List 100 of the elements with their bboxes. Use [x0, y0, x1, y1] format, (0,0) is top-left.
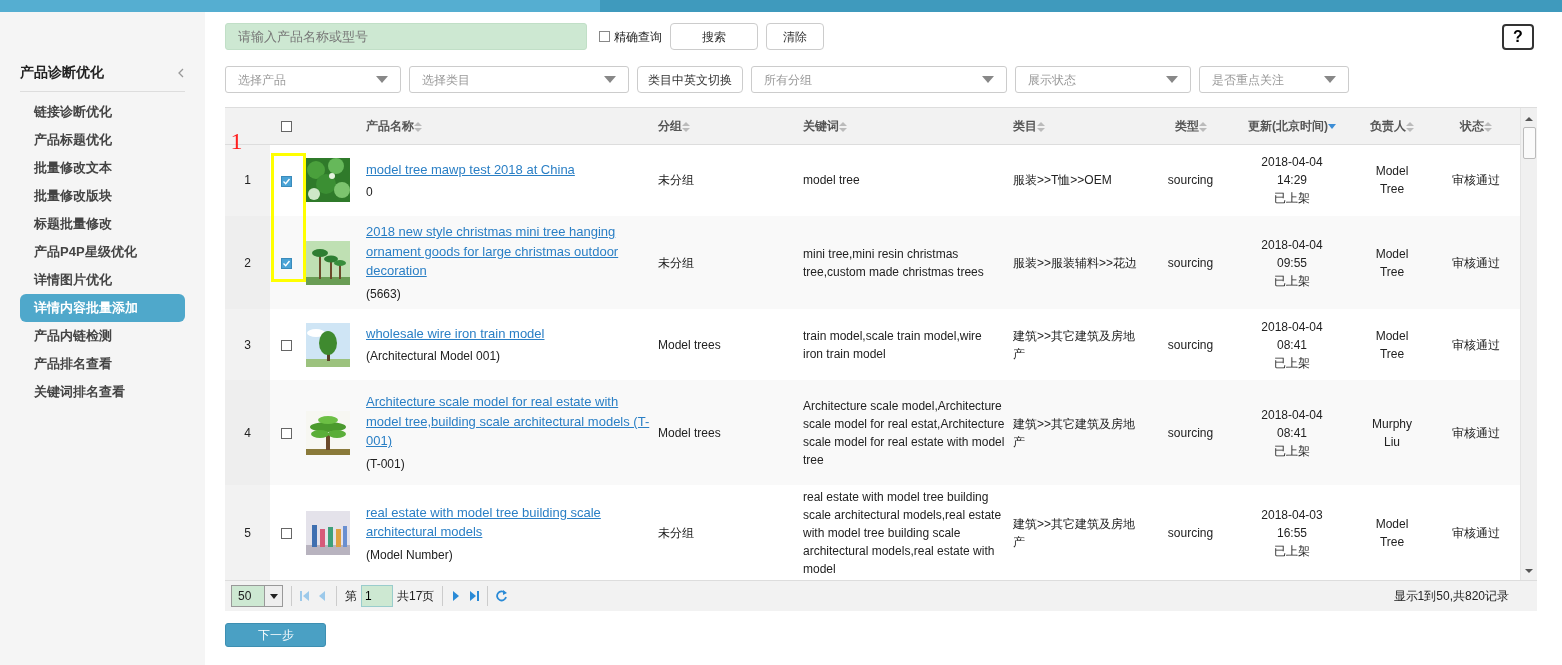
table-cell-text: 建筑>>其它建筑及房地产: [1013, 516, 1136, 551]
table-cell: sourcing: [1167, 255, 1214, 270]
sort-icon[interactable]: [1037, 121, 1045, 132]
table-cell-text: 建筑>>其它建筑及房地产: [1013, 415, 1136, 451]
sort-icon[interactable]: [839, 121, 847, 132]
sidebar-item[interactable]: 标题批量修改: [20, 210, 185, 238]
checkbox[interactable]: [280, 339, 292, 351]
sort-icon[interactable]: [1406, 121, 1414, 132]
sidebar-item[interactable]: 产品P4P星级优化: [20, 238, 185, 266]
checkbox[interactable]: [280, 427, 292, 439]
row-number: 3: [244, 337, 251, 352]
date-text: 2018-04-04: [1260, 406, 1324, 424]
clear-button[interactable]: 清除: [766, 23, 824, 50]
time-text: 16:55: [1276, 525, 1308, 542]
table-cell: sourcing: [1167, 526, 1214, 540]
column-header[interactable]: 负责人: [1370, 118, 1406, 133]
date-text: 2018-04-03: [1260, 507, 1324, 524]
sidebar-item[interactable]: 产品内链检测: [20, 322, 185, 350]
date-text: 2018-04-04: [1260, 236, 1324, 254]
listing-status: 已上架: [1273, 543, 1311, 560]
model-number: (T-001): [366, 455, 406, 473]
time-text: 08:41: [1276, 424, 1308, 442]
product-link[interactable]: wholesale wire iron train model: [366, 323, 545, 344]
sort-desc-icon[interactable]: [1328, 123, 1336, 130]
table-cell-text: Model Tree: [1374, 516, 1410, 551]
help-button[interactable]: ?: [1502, 23, 1534, 50]
annotation-number: 1: [230, 128, 243, 153]
table-cell-text: train model,scale train model,wire iron train model: [803, 327, 983, 363]
status-text: 审核通过: [1452, 526, 1500, 540]
listing-status: 已上架: [1273, 190, 1311, 208]
page-size-select[interactable]: 50: [231, 585, 283, 607]
scroll-down-icon[interactable]: [1525, 569, 1533, 574]
sort-icon[interactable]: [1198, 121, 1207, 132]
time-text: 08:41: [1276, 336, 1308, 354]
table-cell: 未分组: [658, 526, 694, 540]
product-link[interactable]: 2018 new style christmas mini tree hanging ornament goods for large christmas outdoor decoration: [366, 222, 650, 281]
listing-status: 已上架: [1273, 354, 1311, 372]
toggle-button[interactable]: 类目中英文切换: [637, 66, 743, 93]
page-summary: 显示1到50,共820记录: [1393, 588, 1509, 605]
search-field[interactable]: 请输入产品名称或型号: [225, 23, 587, 50]
sort-icon[interactable]: [414, 121, 422, 132]
checkbox[interactable]: [599, 31, 610, 42]
sidebar-item[interactable]: 关键词排名查看: [20, 378, 185, 406]
model-number: (Model Number): [366, 546, 454, 564]
table-cell: Model trees: [658, 337, 721, 352]
table-cell-text: Model Tree: [1374, 163, 1410, 199]
previous-page-icon[interactable]: [318, 591, 328, 601]
product-link[interactable]: model tree mawp test 2018 at China: [366, 159, 575, 179]
table-cell-text: Model Tree: [1374, 327, 1410, 363]
refresh-icon[interactable]: [496, 590, 509, 602]
sort-icon[interactable]: [1484, 121, 1492, 132]
sidebar-item[interactable]: 链接诊断优化: [20, 98, 185, 126]
row-number: 5: [244, 526, 251, 540]
last-page-icon[interactable]: [469, 591, 480, 601]
checkbox-label: 精确查询: [614, 28, 662, 46]
page-field[interactable]: 1: [361, 585, 393, 607]
scroll-thumb[interactable]: [1522, 127, 1536, 159]
checkbox[interactable]: [280, 175, 292, 187]
scroll-up-icon[interactable]: [1525, 116, 1533, 121]
column-header[interactable]: 产品名称: [366, 118, 414, 133]
row-number: 2: [244, 255, 251, 270]
product-link[interactable]: Architecture scale model for real estate with model tree,building scale architectural models (T-001): [366, 392, 650, 451]
sidebar-title: 产品诊断优化: [20, 63, 104, 82]
date-text: 2018-04-04: [1260, 318, 1324, 336]
table-cell: sourcing: [1167, 173, 1214, 188]
model-number: (Architectural Model 001): [366, 348, 502, 366]
column-header[interactable]: 类型: [1174, 118, 1199, 133]
row-number: 1: [244, 173, 251, 188]
scrollbar[interactable]: [1520, 108, 1537, 580]
checkbox[interactable]: [280, 528, 292, 540]
table-cell-text: mini tree,mini resin christmas tree,custom made christmas trees: [803, 245, 985, 281]
table-cell-text: 建筑>>其它建筑及房地产: [1013, 327, 1136, 363]
sidebar-item[interactable]: 详情图片优化: [20, 266, 185, 294]
sidebar-item[interactable]: 批量修改版块: [20, 182, 185, 210]
page-label: 第: [345, 588, 357, 605]
column-header[interactable]: 状态: [1460, 118, 1484, 133]
product-link[interactable]: real estate with model tree building scale architectural models: [366, 502, 650, 542]
first-page-icon[interactable]: [300, 591, 310, 601]
sidebar-item[interactable]: 产品排名查看: [20, 350, 185, 378]
model-number: 0: [366, 184, 374, 201]
search-button[interactable]: 搜索: [670, 23, 758, 50]
column-header[interactable]: 分组: [658, 118, 682, 133]
table-cell-text: Model Tree: [1374, 245, 1410, 281]
table-cell: sourcing: [1167, 425, 1214, 440]
collapse-icon[interactable]: [178, 67, 185, 78]
sort-icon[interactable]: [682, 121, 690, 132]
checkbox[interactable]: [280, 121, 292, 133]
status-text: 审核通过: [1452, 173, 1500, 188]
checkbox[interactable]: [280, 257, 292, 269]
sidebar-item[interactable]: 批量修改文本: [20, 154, 185, 182]
date-text: 2018-04-04: [1260, 154, 1324, 172]
table-cell-text: Architecture scale model,Architecture scale model for real estat,Architecture scale model for real estate with model tree: [803, 397, 1005, 469]
column-header[interactable]: 关键词: [803, 118, 839, 133]
column-header[interactable]: 类目: [1013, 118, 1037, 133]
status-text: 审核通过: [1452, 425, 1500, 440]
sidebar-item[interactable]: 产品标题优化: [20, 126, 185, 154]
listing-status: 已上架: [1273, 272, 1311, 290]
table-cell-text: model tree: [803, 172, 861, 190]
table-cell: 未分组: [658, 173, 694, 188]
time-text: 14:29: [1276, 172, 1308, 190]
